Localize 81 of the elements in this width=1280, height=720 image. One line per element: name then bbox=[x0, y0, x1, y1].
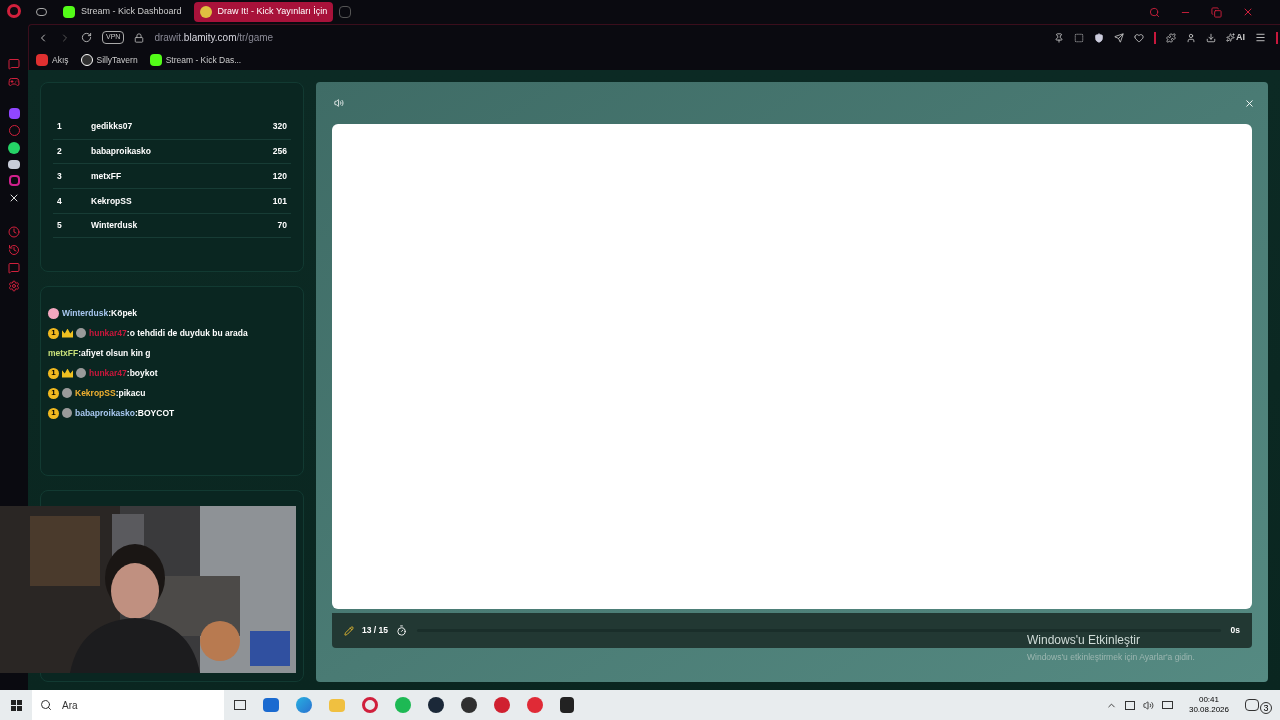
opera-logo-icon bbox=[7, 4, 21, 18]
history-icon[interactable] bbox=[8, 244, 20, 256]
close-icon[interactable] bbox=[1244, 97, 1255, 109]
player-score: 101 bbox=[272, 194, 287, 208]
chat-message: :Köpek bbox=[108, 306, 138, 320]
pencil-icon bbox=[344, 625, 354, 636]
message-icon[interactable] bbox=[8, 262, 20, 274]
subscriber-badge: 1 bbox=[48, 327, 59, 339]
chat-username[interactable]: Winterdusk bbox=[62, 306, 109, 320]
player-name: gedikks07 bbox=[91, 120, 134, 134]
tray-app-icon[interactable] bbox=[1124, 700, 1135, 710]
address-field[interactable]: drawit.blamity.com/tr/game bbox=[154, 30, 274, 45]
opera-icon[interactable] bbox=[362, 697, 378, 713]
ai-button[interactable]: AI bbox=[1226, 30, 1245, 45]
chat-username[interactable]: KekropSS bbox=[75, 386, 116, 400]
kick-icon bbox=[149, 54, 162, 66]
x-icon[interactable] bbox=[8, 192, 20, 204]
download-icon[interactable] bbox=[1206, 32, 1216, 43]
bookmark-link[interactable]: SillyTavern bbox=[80, 53, 138, 67]
chat-message: :BOYCOT bbox=[135, 406, 175, 420]
activation-title: Windows'u Etkinleştir bbox=[1027, 632, 1141, 649]
task-view-icon[interactable] bbox=[234, 700, 246, 710]
volume-icon[interactable] bbox=[1142, 699, 1154, 711]
pin-icon[interactable] bbox=[1054, 32, 1064, 43]
extensions-icon[interactable] bbox=[1166, 32, 1176, 43]
clock-date[interactable]: 30.08.2026 bbox=[1188, 705, 1229, 715]
bookmark-link[interactable]: Akış bbox=[36, 53, 69, 67]
chat-message: :o tehdidi de duyduk bu arada bbox=[126, 326, 248, 340]
menu-icon[interactable] bbox=[1255, 32, 1266, 43]
browser-tab[interactable]: Draw It! - Kick Yayınları İçin bbox=[193, 2, 334, 22]
search-icon bbox=[40, 699, 52, 711]
player-name: Winterdusk bbox=[91, 219, 139, 232]
lock-icon bbox=[134, 32, 145, 43]
subscriber-badge: 1 bbox=[48, 367, 59, 379]
player-score: 120 bbox=[272, 169, 287, 183]
snapshot-icon[interactable] bbox=[1074, 32, 1084, 43]
bookmark-link[interactable]: Stream - Kick Das... bbox=[149, 53, 242, 67]
browser-tab[interactable]: Stream - Kick Dashboard bbox=[57, 2, 188, 22]
gamepad-icon[interactable] bbox=[8, 76, 20, 88]
player-score: 256 bbox=[272, 145, 287, 158]
subscriber-badge: 1 bbox=[48, 387, 59, 399]
search-placeholder: Ara bbox=[62, 698, 78, 713]
rank-number: 5 bbox=[57, 219, 63, 232]
chat-icon[interactable] bbox=[8, 58, 20, 70]
player-score: 320 bbox=[272, 120, 287, 134]
player-name: metxFF bbox=[91, 169, 123, 183]
kick-icon bbox=[63, 6, 75, 18]
chat-message: :boykot bbox=[126, 366, 158, 380]
restore-icon[interactable] bbox=[1211, 6, 1222, 18]
taskbar-search-field[interactable]: Ara bbox=[32, 690, 224, 720]
rank-number: 2 bbox=[57, 145, 63, 158]
chat-username[interactable]: babaproikasko bbox=[75, 406, 135, 420]
round-counter: 13 / 15 bbox=[362, 624, 388, 637]
close-icon[interactable] bbox=[1242, 6, 1254, 18]
notification-count: 3 bbox=[1260, 702, 1272, 714]
instagram-icon[interactable] bbox=[8, 175, 20, 186]
clock-time[interactable]: 00:41 bbox=[1198, 695, 1219, 705]
sparkle-icon bbox=[1226, 33, 1235, 42]
player-name: babaproikasko bbox=[91, 145, 152, 158]
chat-message: :afiyet olsun kin g bbox=[78, 346, 151, 360]
settings-icon[interactable] bbox=[8, 280, 20, 292]
subscriber-badge: 1 bbox=[48, 407, 59, 419]
reload-icon[interactable] bbox=[81, 32, 92, 43]
crown-icon bbox=[62, 368, 73, 378]
send-icon[interactable] bbox=[1114, 32, 1124, 43]
heart-icon[interactable] bbox=[1134, 32, 1144, 43]
rank-number: 3 bbox=[57, 169, 63, 183]
time-left: 0s bbox=[1230, 624, 1240, 637]
profile-icon[interactable] bbox=[1186, 32, 1196, 43]
chat-message: :pikacu bbox=[115, 386, 146, 400]
sound-icon[interactable] bbox=[334, 98, 344, 108]
timer-icon bbox=[396, 625, 407, 636]
player-score: 70 bbox=[277, 219, 287, 232]
activation-subtitle: Windows'u etkinleştirmek için Ayarlar'a gidin. bbox=[1027, 651, 1195, 664]
player-name: KekropSS bbox=[91, 194, 133, 208]
rank-number: 4 bbox=[57, 194, 63, 208]
rank-number: 1 bbox=[57, 120, 63, 134]
new-tab-button[interactable] bbox=[339, 6, 352, 18]
edge-icon[interactable] bbox=[296, 697, 312, 713]
search-icon[interactable] bbox=[1149, 6, 1160, 18]
crown-icon bbox=[62, 328, 73, 338]
